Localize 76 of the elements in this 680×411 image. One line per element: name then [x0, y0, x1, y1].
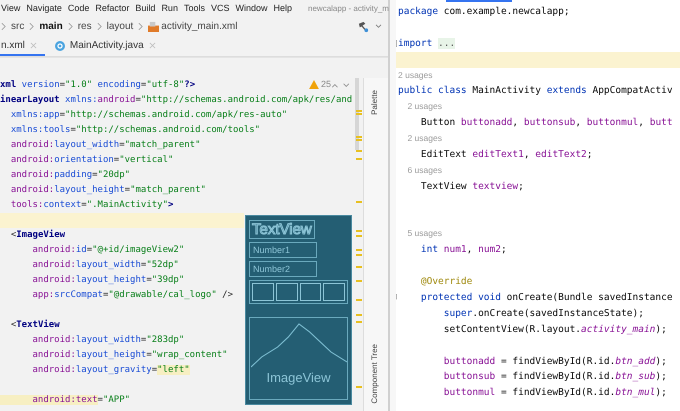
- preview-textview: TextView: [249, 220, 315, 239]
- code-line: xmlns:app="http://schemas.android.com/apk/res-auto": [10, 109, 288, 122]
- code-line: app:srcCompat="@drawable/cal_logo" />: [32, 289, 234, 302]
- warning-mark[interactable]: [356, 299, 362, 301]
- file-icon: [148, 21, 160, 32]
- preview-field: Number1: [249, 242, 317, 258]
- code-line: <ImageView: [10, 228, 66, 242]
- code-line: android:layout_height="match_parent": [10, 184, 206, 197]
- code-line: android:layout_gravity="left": [32, 364, 190, 377]
- chevron-icon: [68, 22, 73, 31]
- code-line: android:layout_width="52dp": [32, 259, 179, 272]
- code-line: inearLayout xmlns:android="http://schemas.android.com/apk/res/and: [0, 94, 352, 107]
- warning-mark[interactable]: [356, 386, 362, 388]
- menu-item[interactable]: Navigate: [26, 3, 62, 13]
- menu-item[interactable]: Run: [161, 3, 178, 13]
- caret-icon[interactable]: [375, 24, 382, 29]
- code-line: android:layout_width="match_parent": [10, 139, 200, 152]
- code-line: xml version="1.0" encoding="utf-8"?>: [0, 79, 196, 92]
- breadcrumb-item[interactable]: res: [78, 21, 92, 32]
- hammer-icon[interactable]: [357, 20, 370, 33]
- class-icon: [54, 40, 65, 50]
- warning-mark[interactable]: [356, 280, 362, 282]
- code-line: EditText editText1, editText2;: [420, 148, 593, 162]
- code-line: android:padding="20dp": [10, 169, 130, 182]
- code-line: TextView textview;: [420, 180, 524, 194]
- editor-tab[interactable]: n.xml: [0, 37, 45, 56]
- code-line: buttonsub = findViewById(R.id.btn_sub);: [442, 370, 667, 384]
- code-line: android:orientation="vertical": [10, 154, 174, 167]
- menu-item[interactable]: Build: [135, 3, 156, 13]
- warning-mark[interactable]: [356, 201, 362, 203]
- menu-item[interactable]: Help: [274, 3, 292, 13]
- chevron-icon: [96, 22, 102, 31]
- breadcrumb-item[interactable]: src: [11, 21, 24, 32]
- code-line: setContentView(R.layout.activity_main);: [442, 322, 667, 337]
- preview-label: ImageView: [266, 370, 331, 385]
- code-line: android:id="@+id/imageView2": [32, 244, 184, 257]
- window-title: newcalapp - activity_m: [308, 4, 389, 12]
- code-line: @Override: [420, 275, 472, 290]
- menu-item[interactable]: Tools: [184, 3, 205, 13]
- menu-item[interactable]: Code: [68, 3, 90, 13]
- code-line: android:layout_width="283dp": [32, 334, 184, 347]
- code-line: xmlns:tools="http://schemas.android.com/tools": [10, 124, 260, 137]
- menu-item[interactable]: Refactor: [95, 3, 130, 13]
- breadcrumb-item[interactable]: layout: [106, 21, 134, 32]
- code-line: buttonmul = findViewById(R.id.btn_mul);: [442, 386, 667, 400]
- code-line: import ...: [398, 36, 456, 51]
- code-line: protected void onCreate(Bundle savedInstance: [420, 291, 673, 306]
- chevron-icon: [138, 22, 144, 31]
- side-tool-tab[interactable]: Palette: [370, 90, 379, 115]
- menu-item[interactable]: VCS: [210, 3, 230, 13]
- code-line: android:layout_height="39dp": [32, 274, 184, 287]
- chevron-icon: [29, 22, 34, 31]
- code-line: Button buttonadd, buttonsub, buttonmul, butt: [420, 116, 673, 130]
- code-line: package com.example.newcalapp;: [398, 5, 570, 19]
- warning-icon: [309, 80, 319, 88]
- side-tool-tab[interactable]: Component Tree: [370, 344, 379, 404]
- tab-indicator: [446, 0, 512, 2]
- code-line: android:text="APP": [0, 393, 130, 408]
- breadcrumb-item[interactable]: main: [39, 21, 63, 32]
- code-line: tools:context=".MainActivity">: [10, 199, 174, 212]
- breadcrumb-item[interactable]: activity_main.xml: [161, 21, 238, 32]
- navigate-arrows-icon[interactable]: [331, 82, 351, 89]
- preview-field: Number2: [249, 261, 317, 277]
- menu-item[interactable]: View: [1, 3, 20, 13]
- close-icon[interactable]: [148, 42, 156, 49]
- code-line: <TextView: [10, 318, 60, 332]
- warning-mark[interactable]: [356, 266, 362, 268]
- close-icon[interactable]: [30, 42, 37, 49]
- code-line: public class MainActivity extends AppCompatActiv: [398, 84, 673, 98]
- code-line: super.onCreate(savedInstanceState);: [442, 306, 644, 321]
- code-line: buttonadd = findViewById(R.id.btn_add);: [442, 354, 667, 369]
- code-line: int num1, num2;: [420, 243, 507, 258]
- editor-tab[interactable]: MainActivity.java: [44, 37, 164, 56]
- menu-item[interactable]: Window: [235, 3, 268, 13]
- chevron-icon: [1, 22, 6, 31]
- code-line: android:layout_height="wrap_content": [32, 349, 228, 362]
